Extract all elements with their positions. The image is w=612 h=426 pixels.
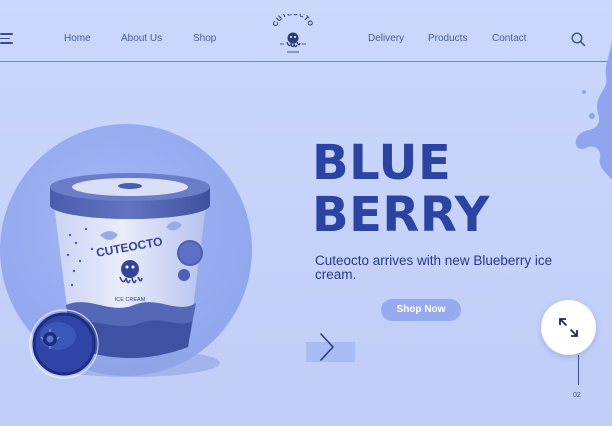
slide-index: 02 <box>573 392 581 399</box>
expand-arrows-icon <box>559 318 578 337</box>
logo-text: CUTEOCTO <box>272 10 313 28</box>
hamburger-menu-icon[interactable] <box>0 33 14 44</box>
site-header: Home About Us Shop CUTEOCTO Delivery P <box>0 0 612 62</box>
chevron-right-icon <box>320 333 334 361</box>
nav-link-about-us[interactable]: About Us <box>121 33 162 45</box>
nav-link-contact[interactable]: Contact <box>492 33 526 45</box>
brand-logo[interactable]: CUTEOCTO <box>270 10 316 58</box>
nav-link-products[interactable]: Products <box>428 33 467 45</box>
hero-title-line1: BLUE <box>312 135 452 191</box>
shop-now-button[interactable]: Shop Now <box>381 299 461 321</box>
hero-title-line2: BERRY <box>312 187 490 243</box>
nav-link-home[interactable]: Home <box>64 33 91 45</box>
expand-button[interactable] <box>541 300 596 355</box>
next-slide-button[interactable] <box>306 330 356 362</box>
nav-link-delivery[interactable]: Delivery <box>368 33 404 45</box>
nav-link-shop[interactable]: Shop <box>193 33 216 45</box>
hero-subtitle: Cuteocto arrives with new Blueberry ice … <box>315 253 553 282</box>
svg-text:CUTEOCTO: CUTEOCTO <box>272 14 314 28</box>
blueberry-image <box>29 309 99 379</box>
octopus-logo-icon: CUTEOCTO <box>272 10 314 53</box>
tub-subtitle-text: ICE CREAM <box>115 297 146 303</box>
splash-decoration <box>575 40 612 180</box>
landing-page: Home About Us Shop CUTEOCTO Delivery P <box>0 0 612 426</box>
slide-progress-line <box>578 355 579 385</box>
